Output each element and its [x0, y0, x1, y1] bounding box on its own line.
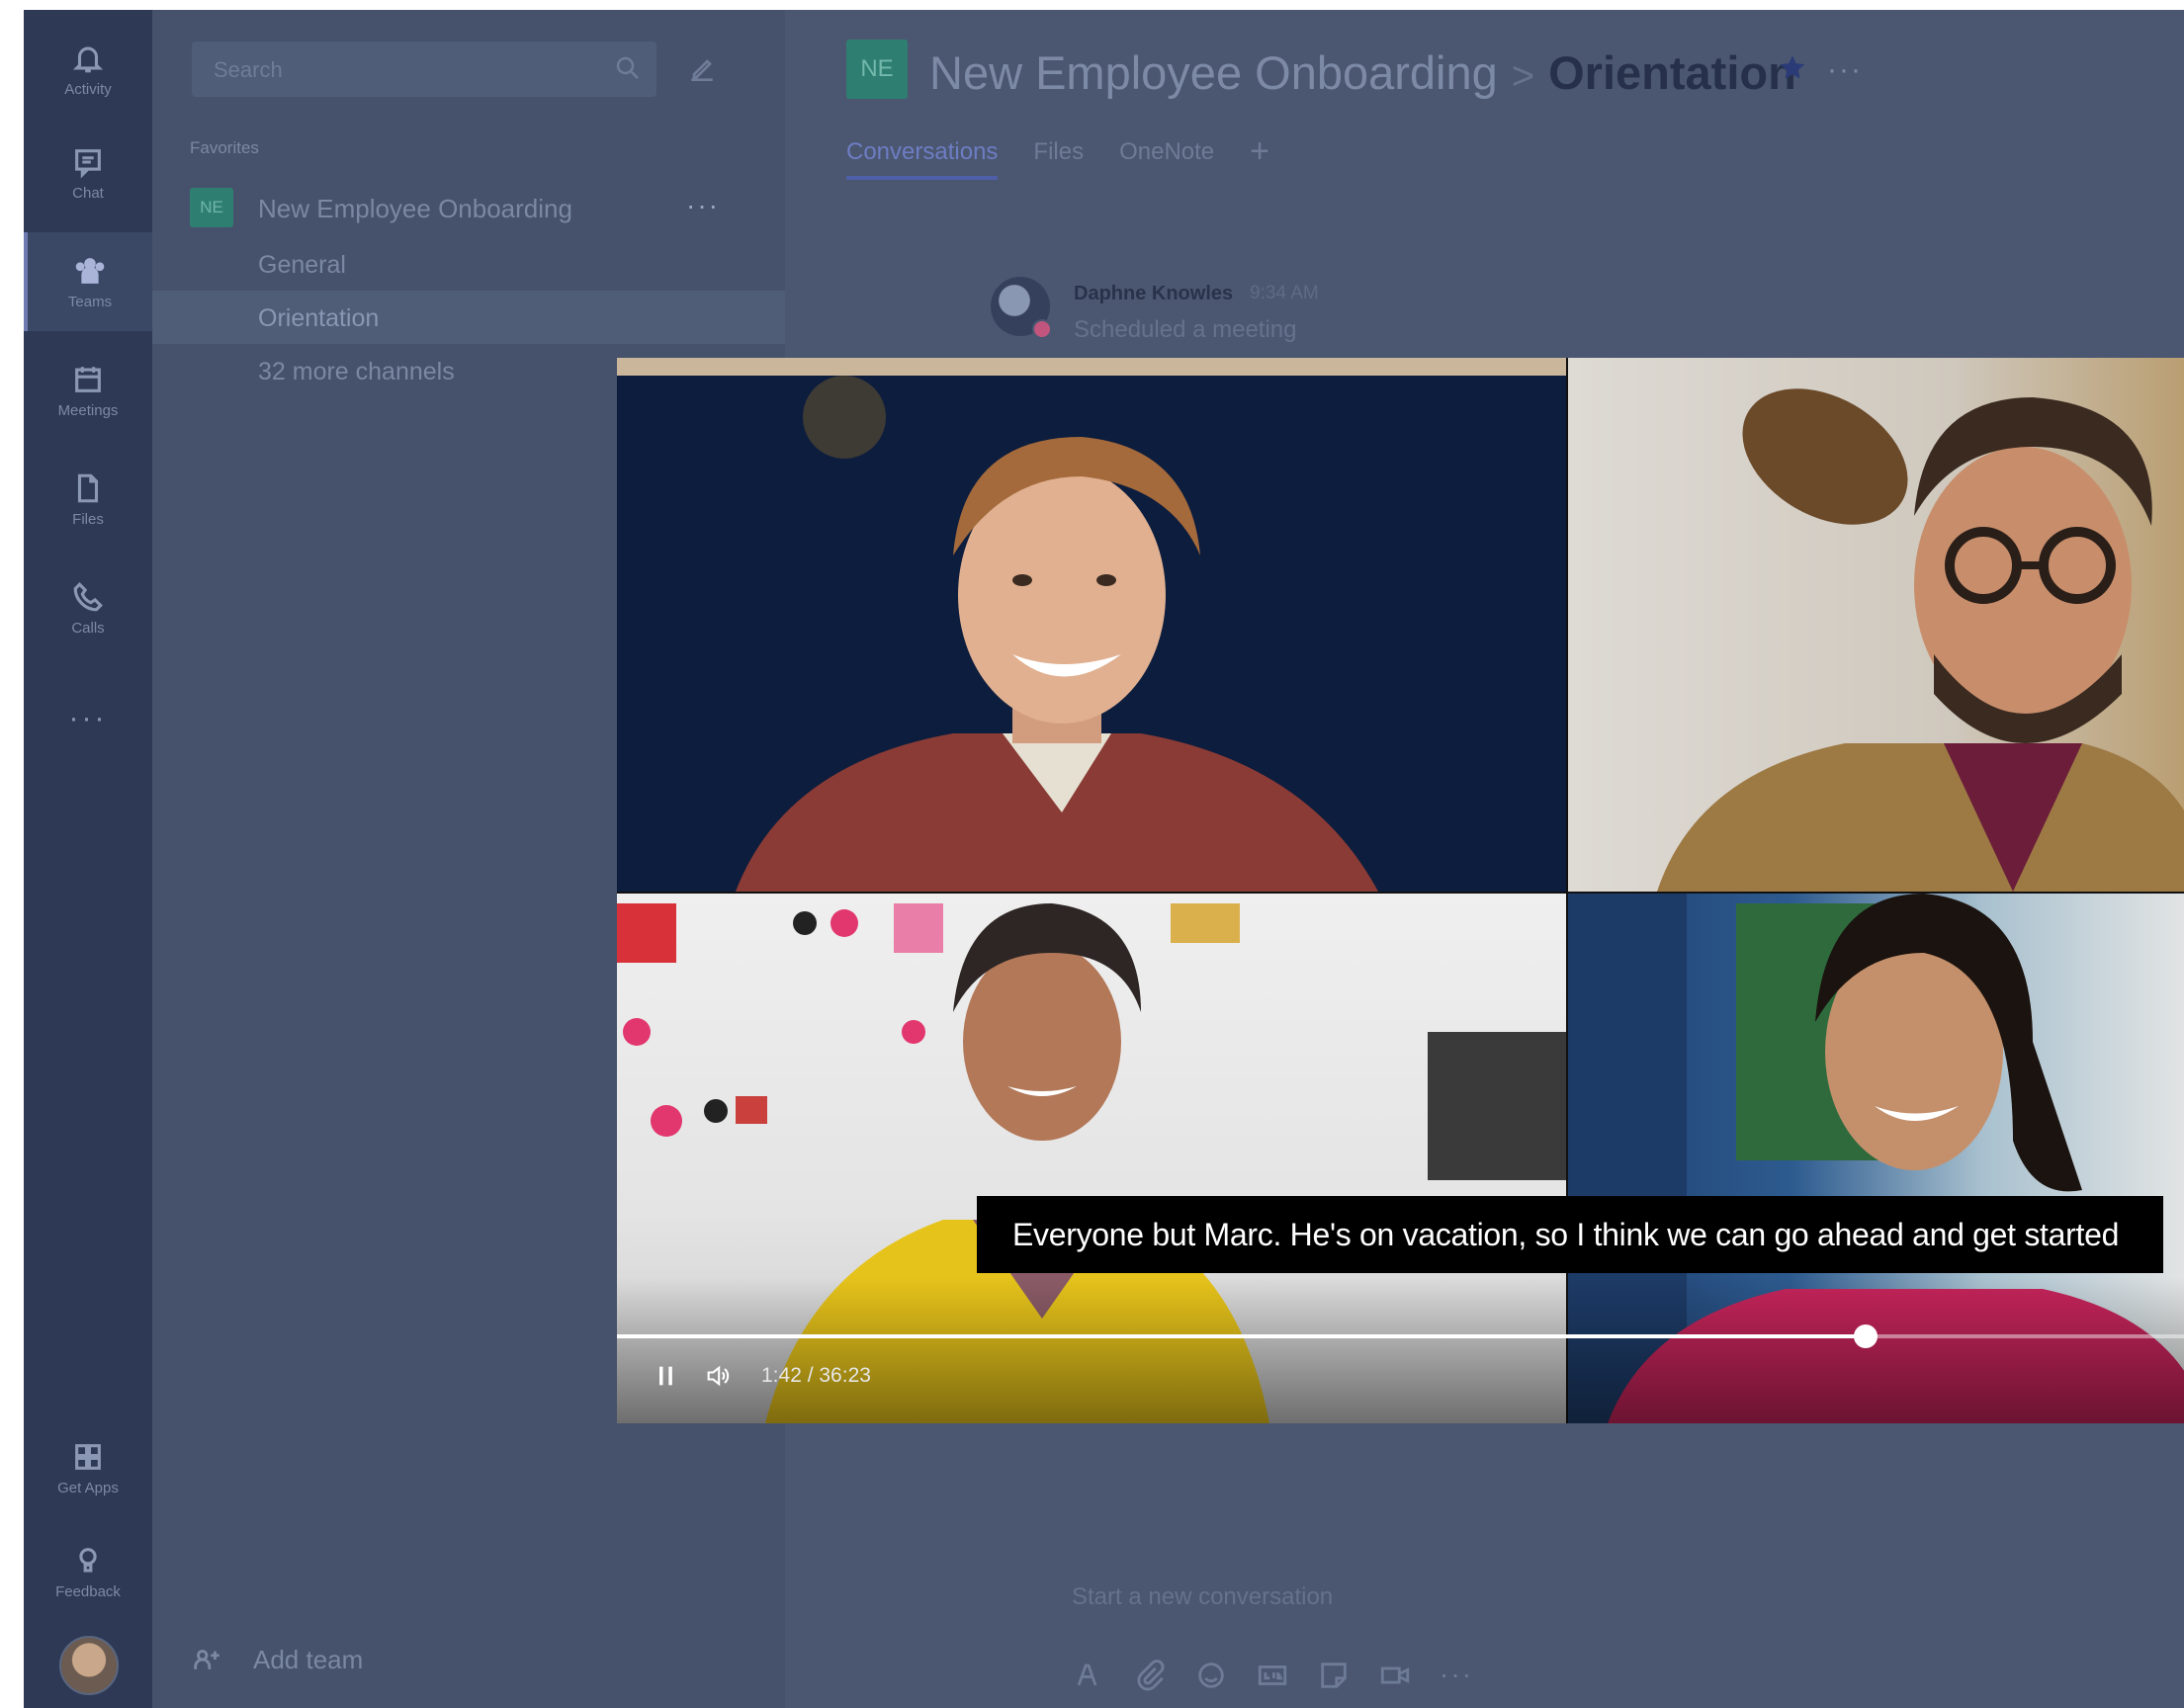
- playback-progress-bar[interactable]: [617, 1324, 2184, 1348]
- add-team-label: Add team: [253, 1644, 364, 1674]
- screenshot-frame: Activity Chat Teams Meetings Files Calls…: [0, 0, 2184, 1708]
- user-avatar[interactable]: [59, 1636, 119, 1695]
- format-icon[interactable]: [1072, 1659, 1105, 1692]
- rail-item-files[interactable]: Files: [24, 450, 152, 549]
- header-more-button[interactable]: ···: [1827, 53, 1863, 87]
- team-avatar: NE: [190, 188, 233, 227]
- add-team-button[interactable]: Add team: [190, 1643, 363, 1676]
- tab-onenote[interactable]: OneNote: [1119, 138, 1214, 180]
- rail-item-feedback[interactable]: Feedback: [24, 1522, 152, 1621]
- rail-item-calls[interactable]: Calls: [24, 558, 152, 657]
- sticker-icon[interactable]: [1317, 1659, 1351, 1692]
- meet-icon[interactable]: [1378, 1659, 1412, 1692]
- rail-label-files: Files: [72, 510, 104, 528]
- rail-item-get-apps[interactable]: Get Apps: [24, 1418, 152, 1517]
- favorite-star-icon[interactable]: [1776, 51, 1809, 85]
- rail-label-activity: Activity: [64, 80, 112, 98]
- favorites-label: Favorites: [190, 138, 259, 157]
- apps-icon: [75, 1443, 101, 1470]
- rail-more-button[interactable]: ···: [24, 702, 152, 735]
- volume-icon[interactable]: [704, 1362, 732, 1390]
- player-controls: 1:42 / 36:23: [653, 1362, 871, 1390]
- rail-label-calls: Calls: [71, 619, 105, 637]
- rail-item-activity[interactable]: Activity: [24, 20, 152, 119]
- rail-label-meetings: Meetings: [57, 401, 119, 419]
- breadcrumb-team[interactable]: New Employee Onboarding: [929, 46, 1498, 99]
- tab-files[interactable]: Files: [1033, 138, 1084, 180]
- playback-progress-fill: [617, 1334, 1867, 1338]
- search-input[interactable]: Search: [192, 42, 656, 97]
- participant-1-figure: [617, 358, 1566, 892]
- team-more-button[interactable]: ···: [686, 190, 720, 221]
- compose-more-button[interactable]: ···: [1440, 1659, 1473, 1692]
- header-team-avatar: NE: [846, 40, 908, 99]
- teams-app-window: Activity Chat Teams Meetings Files Calls…: [24, 10, 2184, 1708]
- channel-item-orientation[interactable]: Orientation: [152, 291, 785, 344]
- new-chat-icon[interactable]: [686, 53, 718, 85]
- lightbulb-icon: [79, 1547, 97, 1572]
- presence-status-badge: [1032, 319, 1052, 339]
- rail-label-chat: Chat: [72, 184, 104, 202]
- add-team-icon: [194, 1650, 219, 1669]
- playback-scrubber-handle[interactable]: [1854, 1324, 1878, 1348]
- meeting-recording-player[interactable]: Everyone but Marc. He's on vacation, so …: [617, 358, 2184, 1423]
- chat-icon: [75, 148, 101, 179]
- search-icon[interactable]: [613, 53, 643, 83]
- tab-conversations[interactable]: Conversations: [846, 138, 999, 180]
- rail-item-teams[interactable]: Teams: [24, 232, 152, 331]
- channel-label: General: [258, 251, 346, 279]
- rail-label-teams: Teams: [67, 293, 113, 310]
- bell-icon: [72, 46, 104, 72]
- compose-toolbar: ···: [1072, 1659, 1473, 1692]
- add-tab-button[interactable]: +: [1250, 134, 1269, 180]
- breadcrumb-separator: >: [1511, 54, 1535, 98]
- channel-tabs: Conversations Files OneNote +: [846, 134, 1269, 180]
- channel-breadcrumb: New Employee Onboarding > Orientation: [929, 45, 1796, 100]
- rail-item-meetings[interactable]: Meetings: [24, 341, 152, 440]
- channel-label: Orientation: [258, 304, 380, 332]
- app-rail: Activity Chat Teams Meetings Files Calls…: [24, 10, 152, 1708]
- participant-2-figure: [1657, 388, 2184, 892]
- message-timestamp: 9:34 AM: [1250, 283, 1319, 303]
- rail-item-chat[interactable]: Chat: [24, 124, 152, 222]
- message-text: Scheduled a meeting: [1074, 316, 1297, 343]
- emoji-icon[interactable]: [1194, 1659, 1228, 1692]
- phone-icon: [73, 581, 103, 611]
- message-author: Daphne Knowles: [1074, 283, 1234, 304]
- file-icon: [77, 473, 99, 502]
- closed-caption: Everyone but Marc. He's on vacation, so …: [977, 1196, 2163, 1273]
- participant-video-1: [617, 358, 1566, 892]
- calendar-icon: [75, 366, 101, 392]
- attach-icon[interactable]: [1133, 1659, 1167, 1692]
- team-name: New Employee Onboarding: [258, 194, 572, 223]
- pause-icon[interactable]: [653, 1362, 680, 1390]
- channel-label: 32 more channels: [258, 358, 455, 385]
- channel-item-general[interactable]: General: [152, 237, 785, 291]
- team-item-new-employee-onboarding[interactable]: NE New Employee Onboarding ···: [152, 176, 785, 233]
- breadcrumb-channel: Orientation: [1548, 46, 1796, 99]
- gif-icon[interactable]: [1256, 1659, 1289, 1692]
- rail-label-get-apps: Get Apps: [57, 1479, 119, 1496]
- controls-gradient: [617, 1277, 2184, 1423]
- compose-input[interactable]: Start a new conversation: [1072, 1583, 1333, 1611]
- search-placeholder: Search: [214, 57, 283, 82]
- rail-label-feedback: Feedback: [55, 1582, 121, 1600]
- playback-timecode: 1:42 / 36:23: [761, 1364, 871, 1387]
- teams-icon: [75, 257, 105, 284]
- participant-video-2: [1568, 358, 2184, 892]
